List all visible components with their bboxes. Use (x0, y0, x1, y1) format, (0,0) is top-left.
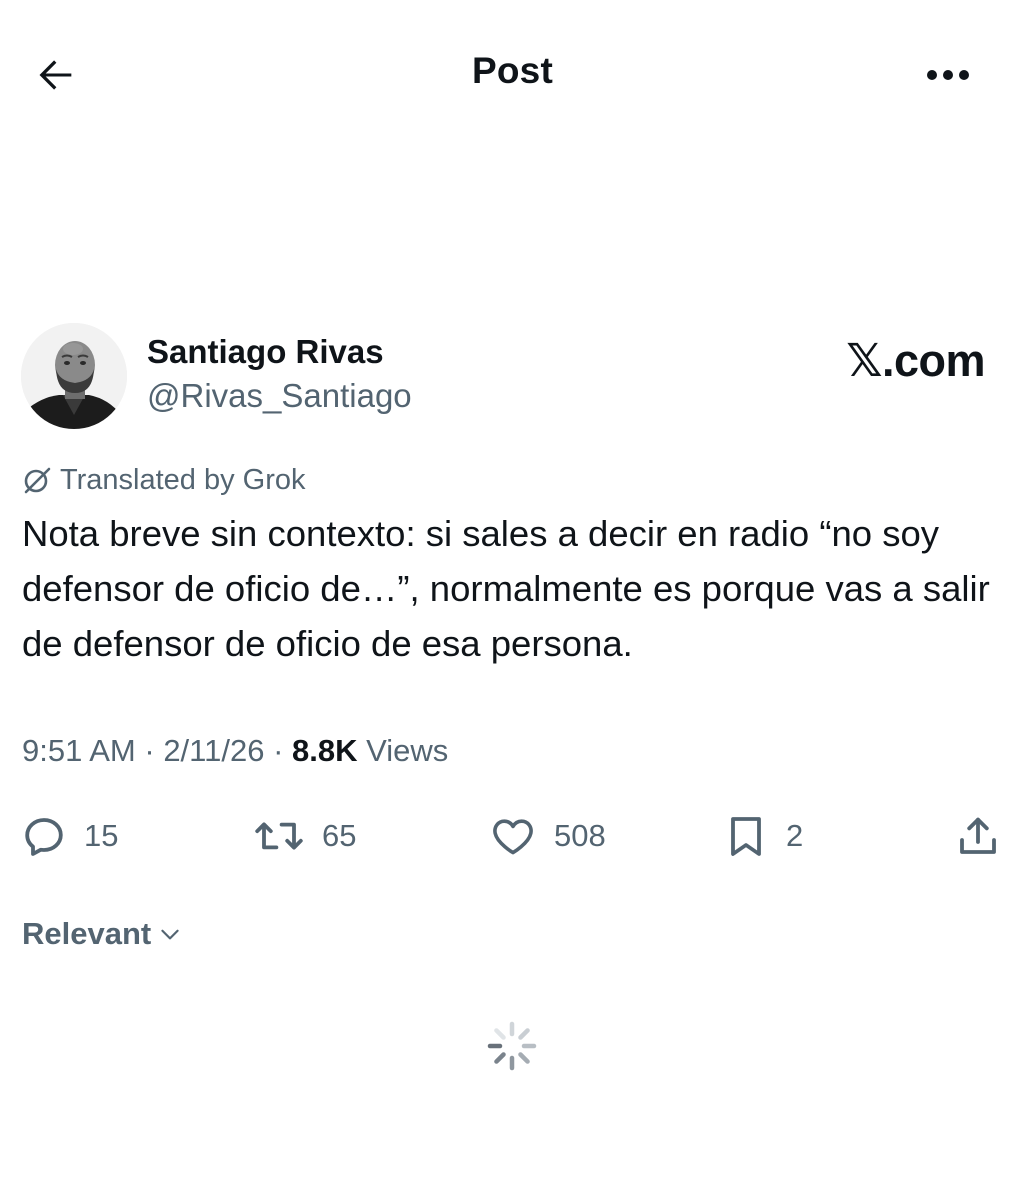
replies-sort-dropdown[interactable]: Relevant (22, 912, 183, 956)
chevron-down-icon (161, 929, 179, 940)
like-button[interactable]: 508 (488, 808, 606, 864)
x-watermark: 𝕏.com (846, 335, 985, 386)
repost-count: 65 (322, 818, 357, 853)
translation-label: Translated by Grok (60, 463, 306, 496)
meta-separator: · (144, 733, 164, 768)
bookmark-button[interactable]: 2 (722, 808, 803, 864)
post-time: 9:51 AM (22, 733, 136, 768)
like-count: 508 (554, 818, 606, 853)
meta-separator: · (273, 733, 293, 768)
reply-button[interactable]: 15 (20, 808, 118, 864)
reply-icon (25, 818, 63, 856)
more-options-button[interactable] (916, 52, 980, 98)
bookmark-count: 2 (786, 818, 804, 853)
bookmark-icon (731, 817, 761, 856)
repost-button[interactable]: 65 (252, 808, 356, 864)
post-date: 2/11/26 (163, 733, 265, 768)
sort-label: Relevant (22, 916, 152, 951)
loading-spinner-icon (487, 1021, 537, 1071)
page-title: Post (472, 50, 553, 91)
views-count[interactable]: 8.8K (292, 733, 357, 768)
grok-icon (24, 467, 51, 494)
avatar-photo (21, 323, 127, 429)
author-handle[interactable]: @Rivas_Santiago (147, 377, 412, 415)
translation-indicator[interactable]: Translated by Grok (22, 460, 306, 500)
repost-icon (255, 822, 303, 850)
more-horizontal-icon (927, 70, 969, 80)
reply-count: 15 (84, 818, 119, 853)
views-label: Views (366, 733, 449, 768)
post-text: Nota breve sin contexto: si sales a deci… (22, 513, 990, 664)
author-name[interactable]: Santiago Rivas (147, 333, 384, 371)
share-icon (960, 817, 996, 854)
share-button[interactable] (954, 808, 1002, 864)
post-meta: 9:51 AM · 2/11/26 · 8.8K Views (22, 733, 448, 769)
avatar[interactable] (21, 323, 127, 429)
heart-icon (493, 819, 533, 855)
